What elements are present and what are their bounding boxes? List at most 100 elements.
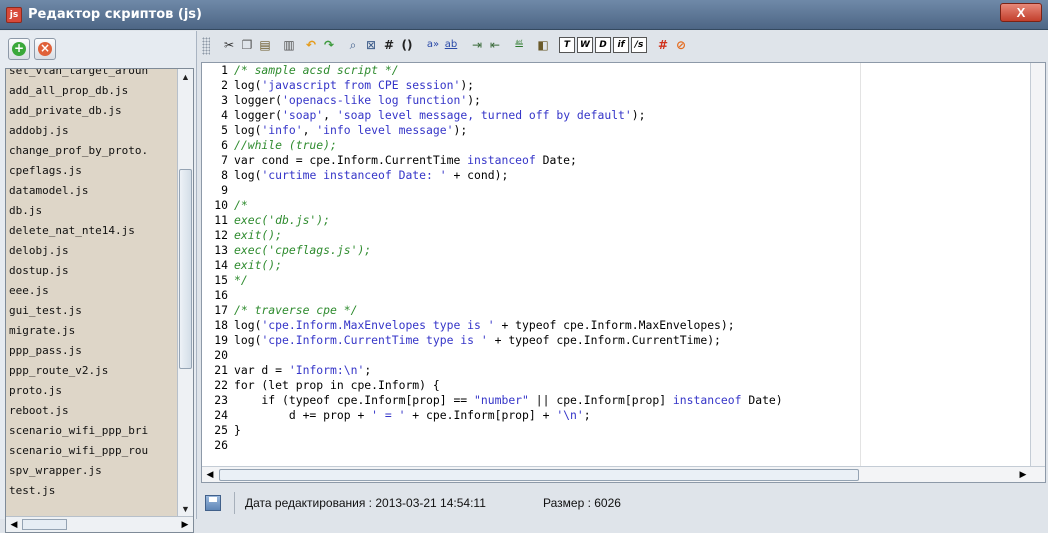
scroll-down-arrow-icon[interactable]: ▼	[178, 501, 193, 517]
list-item[interactable]: delete_nat_nte14.js	[6, 221, 174, 241]
t-icon[interactable]: T	[559, 37, 575, 53]
list-item[interactable]: scenario_wifi_ppp_bri	[6, 421, 174, 441]
redo-icon[interactable]: ↷	[321, 37, 337, 53]
if-icon[interactable]: if	[613, 37, 629, 53]
save-icon[interactable]	[205, 495, 221, 511]
code-token: ;	[583, 408, 591, 422]
file-list-horizontal-scrollbar[interactable]: ◀ ▶	[6, 516, 193, 532]
code-line[interactable]: 11 exec('db.js');	[202, 213, 1045, 228]
code-token: + typeof cpe.Inform.MaxEnvelopes);	[494, 318, 735, 332]
close-button[interactable]: X	[1000, 3, 1042, 22]
add-script-button[interactable]: +	[8, 38, 30, 60]
code-token: '\n'	[556, 408, 584, 422]
list-item[interactable]: datamodel.js	[6, 181, 174, 201]
scroll-right-arrow-icon[interactable]: ▶	[1015, 467, 1031, 482]
code-line[interactable]: 23 if (typeof cpe.Inform[prop] == "numbe…	[202, 393, 1045, 408]
indent-icon[interactable]: ⇥	[469, 37, 485, 53]
code-line[interactable]: 6 //while (true);	[202, 138, 1045, 153]
list-item[interactable]: proto.js	[6, 381, 174, 401]
ban-icon[interactable]: #	[655, 37, 671, 53]
code-line[interactable]: 24 d += prop + ' = ' + cpe.Inform[prop] …	[202, 408, 1045, 423]
scroll-thumb[interactable]	[179, 169, 192, 369]
list-item[interactable]: db.js	[6, 201, 174, 221]
code-line[interactable]: 22 for (let prop in cpe.Inform) {	[202, 378, 1045, 393]
list-item[interactable]: cpeflags.js	[6, 161, 174, 181]
code-editor[interactable]: 1/* sample acsd script */2 log('javascrip…	[201, 62, 1046, 483]
copy-icon[interactable]: ❐	[239, 37, 255, 53]
script-file-list[interactable]: set_vlan_target_aroun add_all_prop_db.js…	[5, 68, 194, 533]
list-item[interactable]: eee.js	[6, 281, 174, 301]
list-item[interactable]: ppp_route_v2.js	[6, 361, 174, 381]
scroll-up-arrow-icon[interactable]: ▲	[178, 69, 193, 85]
code-line[interactable]: 7 var cond = cpe.Inform.CurrentTime insta…	[202, 153, 1045, 168]
scroll-thumb-horizontal[interactable]	[219, 469, 859, 481]
comment-icon[interactable]: ≝	[511, 37, 527, 53]
hash-icon[interactable]: #	[381, 37, 397, 53]
list-item-partial[interactable]: set_vlan_target_aroun	[6, 69, 174, 81]
list-item[interactable]: addobj.js	[6, 121, 174, 141]
parens-icon[interactable]: ()	[399, 37, 415, 53]
code-line[interactable]: 26	[202, 438, 1045, 453]
list-item[interactable]: change_prof_by_proto.	[6, 141, 174, 161]
code-token: + typeof cpe.Inform.CurrentTime);	[487, 333, 721, 347]
code-token: /* traverse cpe */	[234, 303, 358, 317]
code-line[interactable]: 17 /* traverse cpe */	[202, 303, 1045, 318]
code-lines[interactable]: 1/* sample acsd script */2 log('javascrip…	[202, 63, 1045, 453]
fx-icon[interactable]: /s	[631, 37, 647, 53]
delete-script-button[interactable]: ×	[34, 38, 56, 60]
code-line[interactable]: 14 exit();	[202, 258, 1045, 273]
list-item[interactable]: ppp_pass.js	[6, 341, 174, 361]
code-line[interactable]: 13 exec('cpeflags.js');	[202, 243, 1045, 258]
line-number: 25	[214, 423, 228, 437]
code-line[interactable]: 8 log('curtime instanceof Date: ' + cond)…	[202, 168, 1045, 183]
replace-word-icon[interactable]: ab	[443, 37, 459, 53]
editor-horizontal-scrollbar[interactable]: ◀ ▶	[202, 466, 1045, 482]
code-line[interactable]: 16	[202, 288, 1045, 303]
scroll-thumb-horizontal[interactable]	[22, 519, 67, 530]
file-list-vertical-scrollbar[interactable]: ▲ ▼	[177, 69, 193, 517]
cut-icon[interactable]: ✂	[221, 37, 237, 53]
d-icon[interactable]: D	[595, 37, 611, 53]
scroll-left-arrow-icon[interactable]: ◀	[202, 467, 218, 482]
code-line[interactable]: 9	[202, 183, 1045, 198]
code-line[interactable]: 3 logger('openacs-like log function');	[202, 93, 1045, 108]
list-item[interactable]: scenario_wifi_ppp_rou	[6, 441, 174, 461]
list-item[interactable]: migrate.js	[6, 321, 174, 341]
code-line[interactable]: 1 /* sample acsd script */	[202, 63, 1045, 78]
list-item[interactable]: spv_wrapper.js	[6, 461, 174, 481]
list-item[interactable]: gui_test.js	[6, 301, 174, 321]
block-icon[interactable]: ◧	[535, 37, 551, 53]
code-line[interactable]: 4 logger('soap', 'soap level message, tur…	[202, 108, 1045, 123]
code-token: ,	[323, 108, 337, 122]
code-line[interactable]: 15 */	[202, 273, 1045, 288]
code-line[interactable]: 19 log('cpe.Inform.CurrentTime type is ' …	[202, 333, 1045, 348]
list-item[interactable]: delobj.js	[6, 241, 174, 261]
list-item[interactable]: test.js	[6, 481, 174, 501]
code-line[interactable]: 25}	[202, 423, 1045, 438]
code-line[interactable]: 18 log('cpe.Inform.MaxEnvelopes type is '…	[202, 318, 1045, 333]
select-all-icon[interactable]: ▥	[281, 37, 297, 53]
code-token: logger(	[234, 93, 283, 107]
editor-vertical-scrollbar[interactable]	[1030, 63, 1045, 468]
code-line[interactable]: 10 /*	[202, 198, 1045, 213]
w-icon[interactable]: W	[577, 37, 593, 53]
list-item[interactable]: reboot.js	[6, 401, 174, 421]
unindent-icon[interactable]: ⇤	[487, 37, 503, 53]
list-item[interactable]: add_private_db.js	[6, 101, 174, 121]
paste-icon[interactable]: ▤	[257, 37, 273, 53]
stop-icon[interactable]: ⊘	[673, 37, 689, 53]
code-line[interactable]: 2 log('javascript from CPE session');	[202, 78, 1045, 93]
undo-icon[interactable]: ↶	[303, 37, 319, 53]
scroll-right-arrow-icon[interactable]: ▶	[177, 517, 193, 532]
find-next-icon[interactable]: a»	[425, 37, 441, 53]
code-line[interactable]: 12 exit();	[202, 228, 1045, 243]
code-line[interactable]: 5 log('info', 'info level message');	[202, 123, 1045, 138]
replace-icon[interactable]: ⊠	[363, 37, 379, 53]
find-icon[interactable]: ⌕	[345, 37, 361, 53]
list-item[interactable]: dostup.js	[6, 261, 174, 281]
code-line[interactable]: 21 var d = 'Inform:\n';	[202, 363, 1045, 378]
code-line[interactable]: 20	[202, 348, 1045, 363]
list-item[interactable]: add_all_prop_db.js	[6, 81, 174, 101]
code-token: exit();	[234, 258, 283, 272]
scroll-left-arrow-icon[interactable]: ◀	[6, 517, 22, 532]
